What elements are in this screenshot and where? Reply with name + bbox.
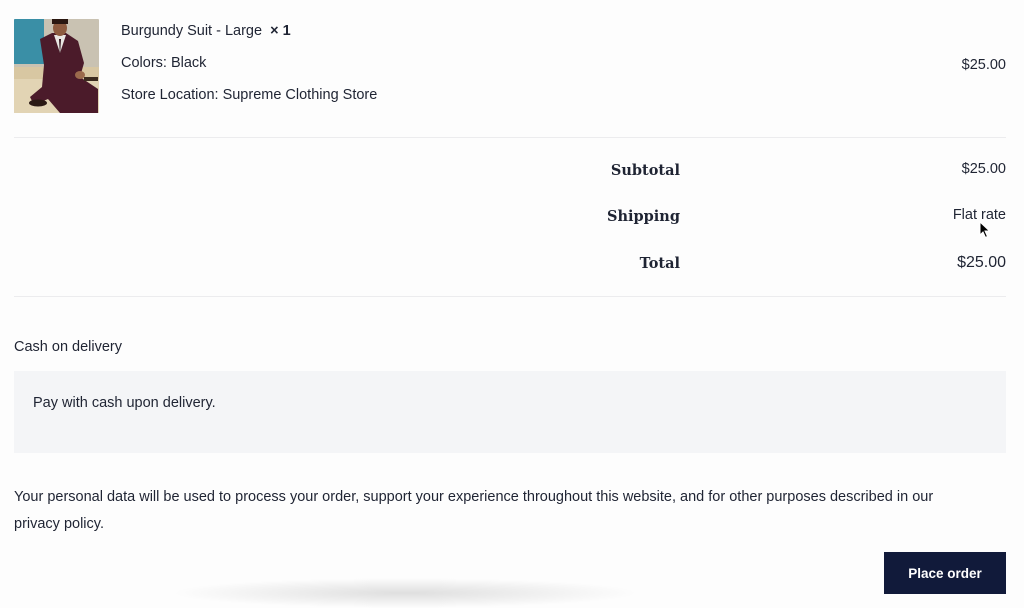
product-quantity: × 1	[270, 23, 291, 39]
place-order-button[interactable]: Place order	[884, 552, 1006, 594]
order-item-details: Burgundy Suit - Large × 1 Colors: Black …	[121, 23, 377, 119]
shipping-label: Shipping	[607, 208, 680, 225]
subtotal-label: Subtotal	[610, 162, 680, 179]
privacy-notice: Your personal data will be used to proce…	[14, 484, 1004, 538]
suit-image	[14, 19, 99, 113]
product-title-line: Burgundy Suit - Large × 1	[121, 23, 377, 39]
mouse-cursor-icon	[979, 221, 991, 239]
total-value: $25.00	[957, 254, 1006, 271]
payment-method-description: Pay with cash upon delivery.	[33, 395, 216, 411]
product-title: Burgundy Suit - Large	[121, 23, 263, 39]
privacy-policy-link[interactable]: privacy policy	[14, 516, 100, 532]
divider	[14, 137, 1006, 138]
divider	[14, 296, 1006, 297]
payment-method-description-box: Pay with cash upon delivery.	[14, 371, 1006, 453]
subtotal-value: $25.00	[961, 161, 1006, 177]
decorative-shadow	[170, 578, 640, 608]
line-item-price: $25.00	[961, 57, 1006, 73]
product-color: Colors: Black	[121, 55, 207, 71]
product-store-location: Store Location: Supreme Clothing Store	[121, 87, 378, 103]
total-label: Total	[639, 255, 680, 272]
privacy-notice-period: .	[99, 516, 104, 532]
product-thumbnail[interactable]	[14, 19, 99, 113]
payment-method-label[interactable]: Cash on delivery	[14, 339, 122, 355]
privacy-notice-text: Your personal data will be used to proce…	[14, 489, 934, 505]
order-item-row: Burgundy Suit - Large × 1 Colors: Black …	[14, 19, 1006, 115]
